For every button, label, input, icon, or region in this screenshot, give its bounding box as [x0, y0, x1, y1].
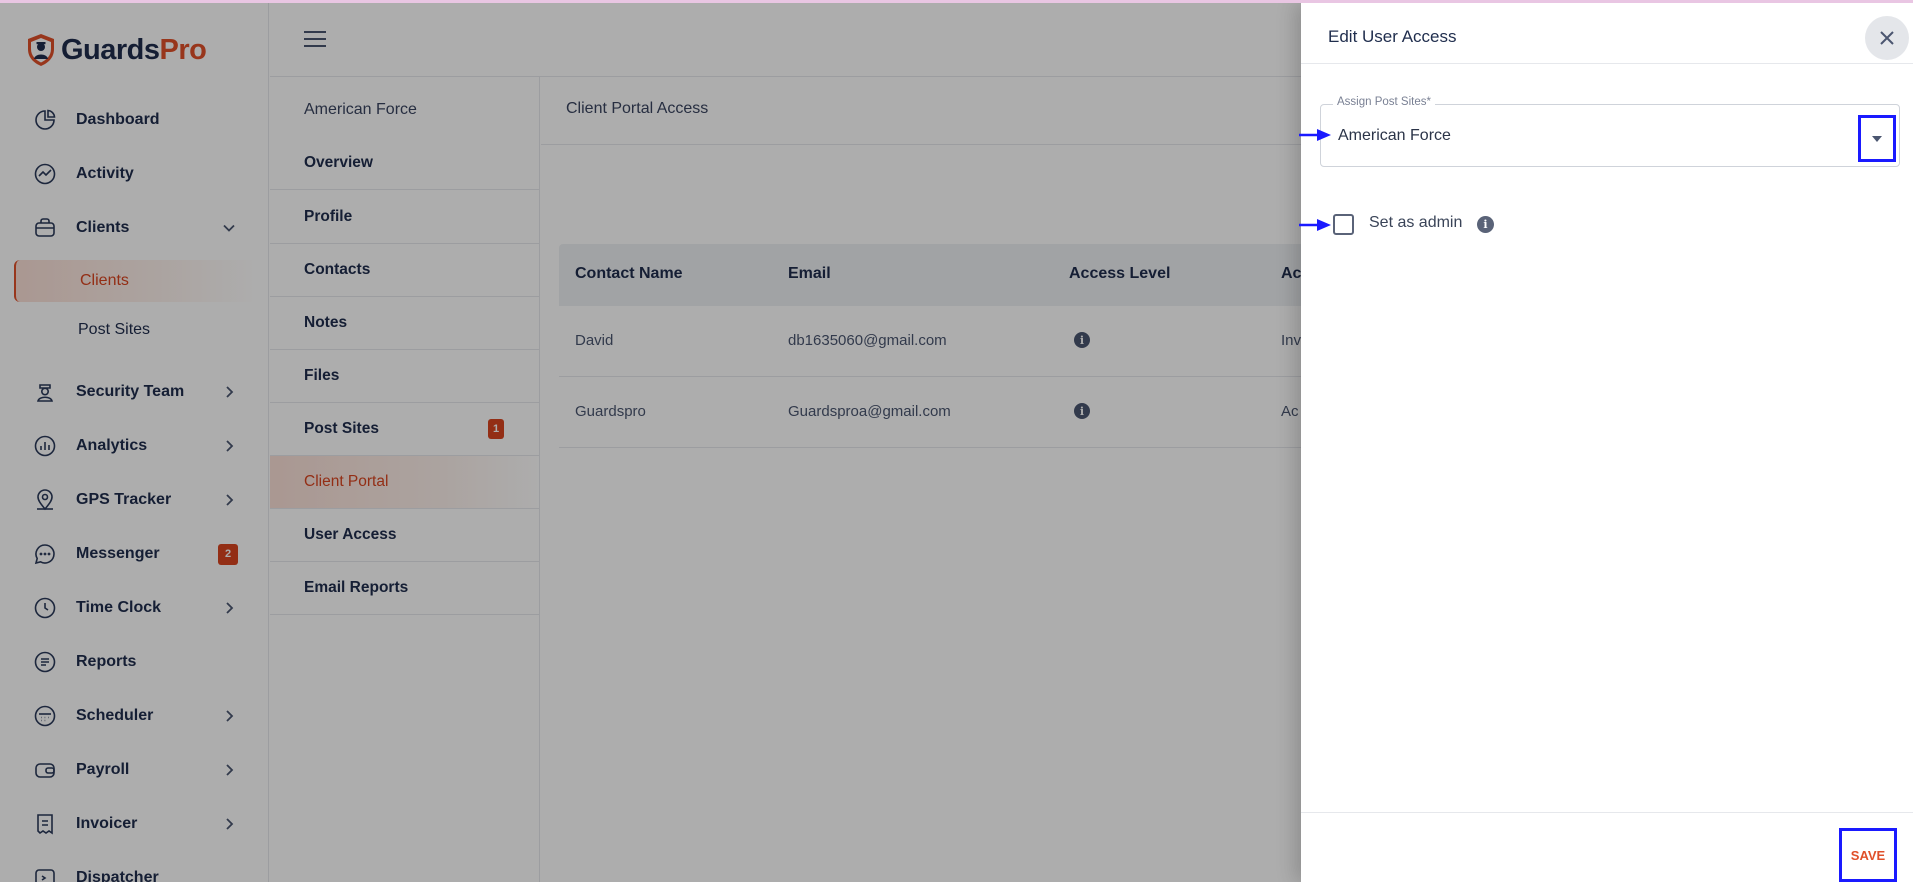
annotation-arrow-icon [1299, 128, 1333, 142]
assign-post-sites-select[interactable]: Assign Post Sites* American Force [1320, 96, 1900, 167]
close-button[interactable] [1865, 16, 1909, 60]
set-as-admin-label[interactable]: Set as admin [1369, 214, 1462, 232]
set-as-admin-checkbox[interactable] [1333, 214, 1354, 235]
close-icon [1880, 31, 1894, 45]
drawer-footer-divider [1301, 812, 1913, 813]
drawer-title: Edit User Access [1328, 27, 1457, 46]
save-button[interactable]: SAVE [1839, 828, 1897, 882]
top-border [0, 0, 1913, 3]
caret-down-icon [1872, 135, 1882, 142]
edit-user-access-drawer: Edit User Access Assign Post Sites* Amer… [1299, 3, 1913, 882]
dropdown-toggle-button[interactable] [1858, 115, 1896, 162]
info-icon[interactable]: i [1477, 216, 1494, 233]
annotation-arrow-icon [1299, 218, 1333, 232]
assign-post-sites-label: Assign Post Sites* [1333, 96, 1435, 108]
drawer-divider [1301, 63, 1913, 64]
assign-post-sites-value: American Force [1338, 127, 1451, 144]
